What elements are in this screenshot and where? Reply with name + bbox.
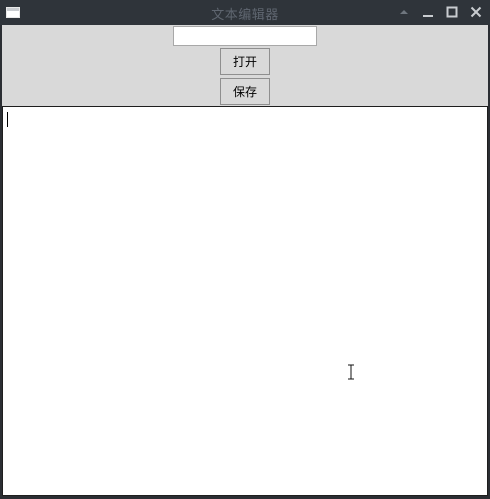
title-bar[interactable]: 文本编辑器: [0, 0, 490, 25]
text-editor-area[interactable]: [2, 106, 488, 496]
app-window: 文本编辑器 打开 保存: [0, 0, 490, 499]
open-button[interactable]: 打开: [220, 48, 270, 75]
ibeam-cursor-icon: [347, 364, 355, 384]
filename-input[interactable]: [173, 26, 317, 46]
minimize-icon[interactable]: [419, 3, 437, 21]
shade-up-icon[interactable]: [395, 3, 413, 21]
save-button[interactable]: 保存: [220, 78, 270, 105]
toolbar: 打开 保存: [2, 25, 488, 106]
text-caret: [7, 112, 8, 127]
close-icon[interactable]: [467, 3, 485, 21]
maximize-icon[interactable]: [443, 3, 461, 21]
window-title: 文本编辑器: [211, 8, 279, 23]
